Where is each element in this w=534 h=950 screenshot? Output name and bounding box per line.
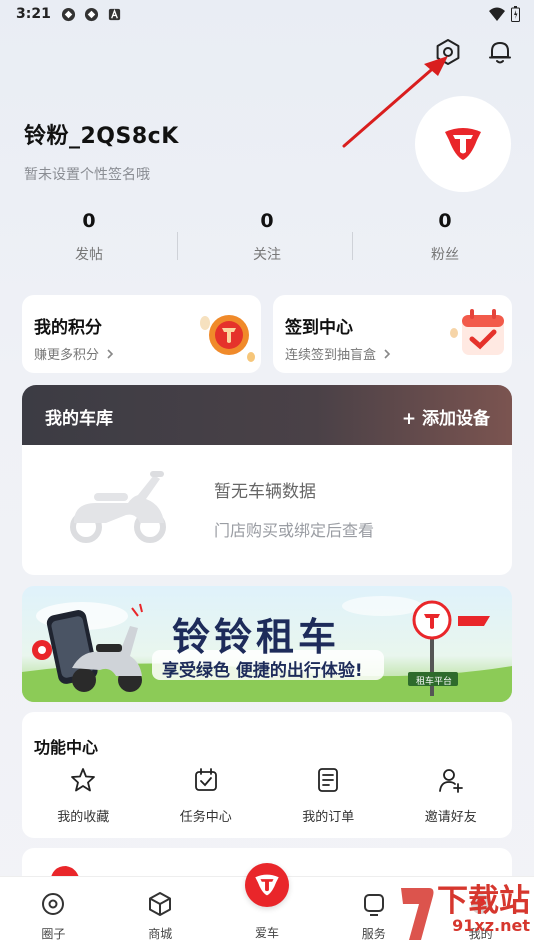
stats-row: 0 发帖 0 关注 0 粉丝 (0, 210, 534, 264)
func-item-orders[interactable]: 我的订单 (267, 766, 390, 825)
func-item-label: 我的订单 (302, 810, 355, 825)
garage-empty-hint: 门店购买或绑定后查看 (214, 521, 375, 540)
brand-logo-icon (445, 128, 481, 160)
scooter-icon (70, 471, 166, 543)
order-list-icon (318, 768, 339, 792)
func-item-label: 任务中心 (179, 810, 232, 825)
tab-label: 爱车 (254, 926, 279, 940)
app-notification-icon (61, 7, 75, 21)
coin-icon (200, 315, 255, 362)
tab-label: 圈子 (41, 927, 66, 941)
function-center-title: 功能中心 (34, 738, 99, 757)
text-notification-icon (108, 8, 120, 20)
app-notification-icon (84, 7, 98, 21)
cube-icon (149, 892, 172, 916)
watermark-logo-icon (401, 888, 434, 940)
banner-slogan: 享受绿色 便捷的出行体验! (162, 661, 363, 681)
status-bar: 3:21 (0, 0, 534, 28)
func-item-favorites[interactable]: 我的收藏 (22, 766, 145, 825)
nickname[interactable]: 铃粉_2QS8cK (24, 118, 179, 150)
divider (352, 232, 353, 260)
checkin-card-subtitle: 连续签到抽盲盒 (285, 348, 377, 363)
star-icon (71, 768, 96, 792)
profile-info: 铃粉_2QS8cK 暂未设置个性签名哦 (24, 118, 179, 184)
stat-label: 发帖 (75, 247, 103, 263)
user-add-icon (438, 769, 463, 793)
tab-car[interactable]: 爱车 (214, 863, 321, 950)
add-device-button[interactable]: + 添加设备 (402, 404, 490, 429)
points-card-subtitle: 赚更多积分 (34, 348, 100, 363)
points-card-title: 我的积分 (34, 318, 102, 338)
brand-logo-icon (244, 863, 289, 907)
battery-icon (511, 6, 520, 22)
watermark-url: 91xz.net (452, 916, 530, 935)
banner-sign: 租车平台 (415, 677, 452, 687)
garage-header: 我的车库 + 添加设备 (22, 385, 512, 445)
func-item-label: 邀请好友 (424, 810, 477, 825)
stat-following[interactable]: 0 关注 (178, 210, 356, 264)
avatar[interactable] (415, 96, 511, 192)
func-item-tasks[interactable]: 任务中心 (145, 766, 268, 825)
garage-title: 我的车库 (45, 409, 113, 429)
func-item-label: 我的收藏 (57, 810, 110, 825)
garage-empty-title: 暂无车辆数据 (214, 482, 316, 502)
status-time: 3:21 (16, 6, 51, 22)
tab-mall[interactable]: 商城 (107, 877, 214, 950)
watermark-brand: 下载站 (437, 883, 530, 919)
signature[interactable]: 暂未设置个性签名哦 (24, 164, 179, 184)
tab-circle[interactable]: 圈子 (0, 877, 107, 950)
stat-label: 关注 (253, 247, 281, 263)
garage-empty-state: 暂无车辆数据 门店购买或绑定后查看 (22, 445, 512, 575)
rental-banner[interactable]: 铃铃租车 享受绿色 便捷的出行体验! 租车平台 (22, 586, 512, 702)
circle-icon (42, 893, 65, 915)
service-icon (363, 894, 384, 916)
checkin-card[interactable]: 签到中心 连续签到抽盲盒 (273, 295, 512, 373)
chevron-right-icon (107, 348, 114, 359)
stat-value: 0 (438, 210, 452, 232)
stat-value: 0 (260, 210, 274, 232)
stat-label: 粉丝 (431, 247, 459, 263)
settings-icon[interactable] (434, 38, 462, 66)
wifi-icon (489, 7, 505, 21)
banner-title: 铃铃租车 (172, 615, 341, 659)
points-card[interactable]: 我的积分 赚更多积分 (22, 295, 261, 373)
calendar-check-icon (450, 309, 504, 355)
checkin-card-title: 签到中心 (285, 318, 353, 338)
bell-icon[interactable] (486, 38, 514, 66)
function-center: 功能中心 我的收藏 任务中心 我的订单 邀请好友 (22, 712, 512, 838)
site-watermark: 下载站 91xz.net (397, 886, 530, 942)
tab-label: 商城 (148, 927, 173, 941)
func-item-invite[interactable]: 邀请好友 (390, 766, 513, 825)
stat-followers[interactable]: 0 粉丝 (356, 210, 534, 264)
stat-posts[interactable]: 0 发帖 (0, 210, 178, 264)
calendar-check-icon (194, 768, 217, 791)
divider (177, 232, 178, 260)
stat-value: 0 (82, 210, 96, 232)
chevron-right-icon (384, 348, 391, 359)
